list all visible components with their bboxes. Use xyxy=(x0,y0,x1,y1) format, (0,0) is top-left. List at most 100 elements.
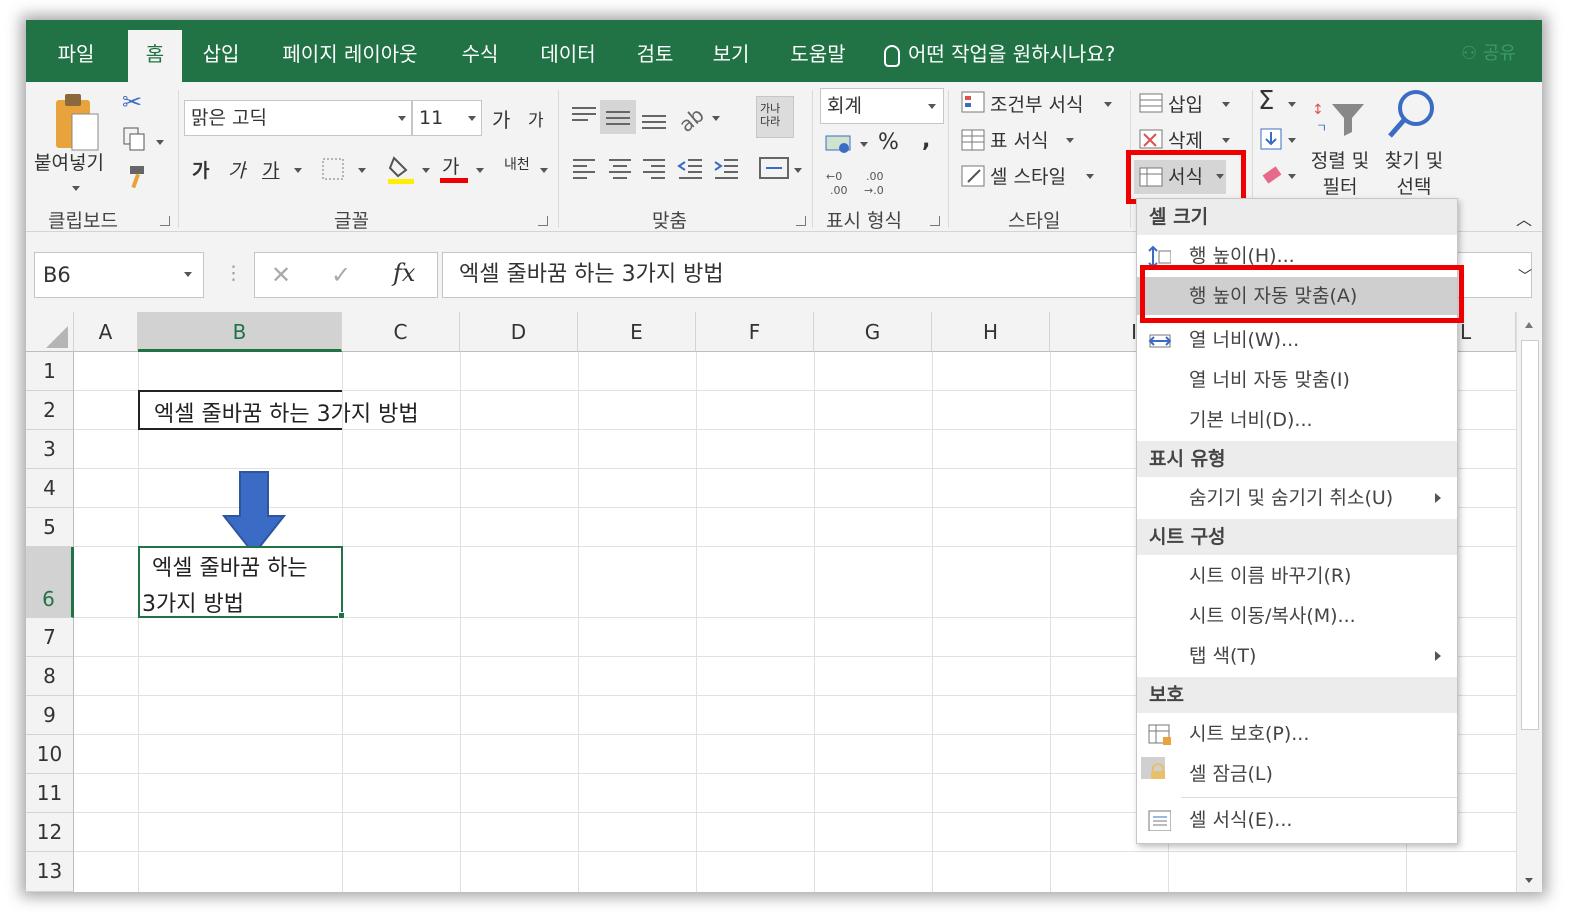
decrease-indent-icon[interactable] xyxy=(676,154,704,182)
row-header-8[interactable]: 8 xyxy=(26,657,74,696)
menu-rename-sheet[interactable]: 시트 이름 바꾸기(R) xyxy=(1137,557,1457,595)
find-select-button[interactable]: 찾기 및 선택 xyxy=(1376,148,1452,200)
menu-move-copy-sheet[interactable]: 시트 이동/복사(M)... xyxy=(1137,597,1457,635)
accounting-caret[interactable] xyxy=(860,142,868,147)
row-header-7[interactable]: 7 xyxy=(26,618,74,657)
row-header-11[interactable]: 11 xyxy=(26,774,74,813)
menu-hide-unhide[interactable]: 숨기기 및 숨기기 취소(U) xyxy=(1137,479,1457,517)
sort-filter-icon[interactable]: ↕ㄱ xyxy=(1312,96,1368,140)
conditional-caret[interactable] xyxy=(1104,102,1112,107)
column-header-f[interactable]: F xyxy=(696,312,814,352)
expand-formula-bar-icon[interactable]: ﹀ xyxy=(1518,266,1532,286)
phonetic-caret[interactable] xyxy=(540,168,548,173)
increase-decimal-icon[interactable]: ←0.00 xyxy=(824,168,854,198)
italic-button[interactable]: 가 xyxy=(228,156,245,183)
cell-styles-icon[interactable] xyxy=(960,162,986,190)
format-as-table-button[interactable]: 표 서식 xyxy=(990,126,1048,153)
insert-caret[interactable] xyxy=(1222,102,1230,107)
insert-cells-button[interactable]: 삽입 xyxy=(1168,90,1203,117)
insert-cells-icon[interactable] xyxy=(1138,90,1164,116)
autosum-icon[interactable]: Σ xyxy=(1258,86,1274,116)
font-color-button[interactable]: 가 xyxy=(442,152,459,179)
enter-icon[interactable]: ✓ xyxy=(331,261,351,289)
fill-color-caret[interactable] xyxy=(422,168,430,173)
number-format-combo[interactable]: 회계 xyxy=(820,88,944,124)
format-as-table-icon[interactable] xyxy=(960,126,986,154)
menu-format-cells[interactable]: 셀 서식(E)... xyxy=(1137,801,1457,839)
alignment-launcher[interactable] xyxy=(796,216,806,226)
row-header-5[interactable]: 5 xyxy=(26,508,74,547)
autosum-caret[interactable] xyxy=(1288,102,1296,107)
tab-view[interactable]: 보기 xyxy=(702,30,760,82)
cut-icon[interactable]: ✂ xyxy=(122,88,142,116)
conditional-format-button[interactable]: 조건부 서식 xyxy=(990,90,1083,117)
font-size-caret[interactable] xyxy=(468,116,476,121)
column-header-d[interactable]: D xyxy=(460,312,578,352)
number-launcher[interactable] xyxy=(930,216,940,226)
delete-caret[interactable] xyxy=(1222,138,1230,143)
copy-icon[interactable] xyxy=(122,126,148,152)
menu-protect-sheet[interactable]: 시트 보호(P)... xyxy=(1137,715,1457,753)
menu-tab-color[interactable]: 탭 색(T) xyxy=(1137,637,1457,675)
row-header-2[interactable]: 2 xyxy=(26,391,74,430)
row-header-12[interactable]: 12 xyxy=(26,813,74,852)
vertical-scrollbar[interactable] xyxy=(1516,312,1542,892)
tab-file[interactable]: 파일 xyxy=(40,30,112,82)
underline-button[interactable]: 가 xyxy=(262,156,279,183)
tab-page-layout[interactable]: 페이지 레이아웃 xyxy=(270,30,430,82)
row-header-10[interactable]: 10 xyxy=(26,735,74,774)
merge-center-icon[interactable] xyxy=(758,154,790,182)
accounting-format-icon[interactable] xyxy=(824,132,854,156)
align-top-icon[interactable] xyxy=(568,102,602,130)
column-header-a[interactable]: A xyxy=(74,312,138,352)
tab-home[interactable]: 홈 xyxy=(128,30,182,82)
tab-formulas[interactable]: 수식 xyxy=(450,30,510,82)
percent-style-button[interactable]: % xyxy=(878,130,899,155)
clear-caret[interactable] xyxy=(1288,174,1296,179)
align-right-icon[interactable] xyxy=(640,154,668,182)
font-launcher[interactable] xyxy=(538,216,548,226)
collapse-ribbon-icon[interactable]: ︿ xyxy=(1516,206,1532,230)
insert-function-icon[interactable]: fx xyxy=(393,259,415,287)
underline-caret[interactable] xyxy=(294,168,302,173)
tab-data[interactable]: 데이터 xyxy=(530,30,606,82)
borders-caret[interactable] xyxy=(358,168,366,173)
grow-font-button[interactable]: 가 xyxy=(492,104,510,133)
align-left-icon[interactable] xyxy=(570,154,598,182)
row-header-3[interactable]: 3 xyxy=(26,430,74,469)
name-box[interactable]: B6 xyxy=(34,252,204,298)
fill-handle[interactable] xyxy=(338,612,345,619)
name-box-caret[interactable] xyxy=(184,272,192,277)
bold-button[interactable]: 가 xyxy=(192,156,209,183)
orientation-caret[interactable] xyxy=(712,116,720,121)
eraser-icon[interactable] xyxy=(1258,164,1286,190)
down-arrow-shape[interactable] xyxy=(222,470,286,556)
scroll-down-arrow[interactable] xyxy=(1525,878,1533,883)
number-format-caret[interactable] xyxy=(928,104,936,109)
delete-cells-button[interactable]: 삭제 xyxy=(1168,126,1203,153)
align-bottom-icon[interactable] xyxy=(638,102,672,132)
cell-styles-button[interactable]: 셀 스타일 xyxy=(990,162,1066,189)
table-caret[interactable] xyxy=(1066,138,1074,143)
row-header-1[interactable]: 1 xyxy=(26,352,74,391)
tab-insert[interactable]: 삽입 xyxy=(192,30,250,82)
menu-lock-cell[interactable]: 셀 잠금(L) xyxy=(1137,755,1457,793)
font-name-caret[interactable] xyxy=(398,116,406,121)
tab-help[interactable]: 도움말 xyxy=(780,30,856,82)
merge-caret[interactable] xyxy=(794,168,802,173)
format-painter-icon[interactable] xyxy=(122,164,148,190)
tell-me-search[interactable]: 어떤 작업을 원하시나요? xyxy=(884,30,1115,78)
cell-styles-caret[interactable] xyxy=(1086,174,1094,179)
column-header-c[interactable]: C xyxy=(342,312,460,352)
shrink-font-button[interactable]: 가 xyxy=(528,106,544,131)
orientation-icon[interactable]: ab xyxy=(676,100,710,134)
menu-column-width[interactable]: 열 너비(W)... xyxy=(1137,321,1457,359)
clipboard-launcher[interactable] xyxy=(160,216,170,226)
increase-indent-icon[interactable] xyxy=(712,154,740,182)
menu-default-width[interactable]: 기본 너비(D)... xyxy=(1137,401,1457,439)
share-button[interactable]: ⚇ 공유 xyxy=(1461,30,1516,78)
row-header-13[interactable]: 13 xyxy=(26,852,74,892)
sort-filter-button[interactable]: 정렬 및 필터 xyxy=(1306,148,1374,200)
column-header-g[interactable]: G xyxy=(814,312,932,352)
row-header-9[interactable]: 9 xyxy=(26,696,74,735)
